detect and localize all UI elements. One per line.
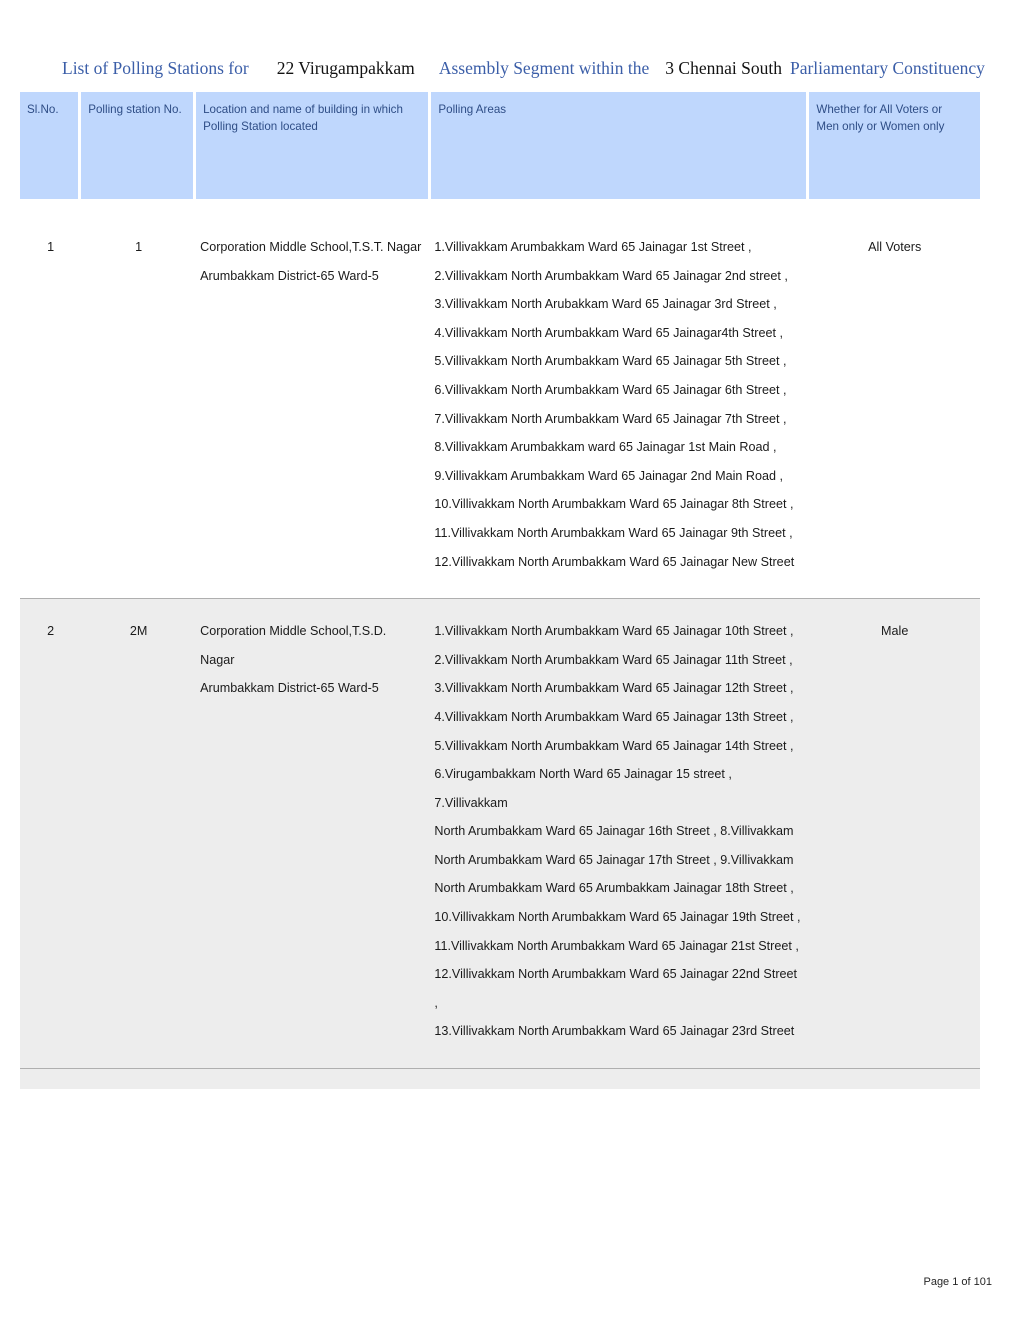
polling-area-line: 3.Villivakkam North Arumbakkam Ward 65 J… bbox=[434, 681, 794, 696]
polling-area-line: 8.Villivakkam Arumbakkam ward 65 Jainaga… bbox=[434, 440, 777, 455]
column-header-voters-line-1: Whether for All Voters or bbox=[816, 103, 943, 116]
table-row: 2 2M Corporation Middle School,T.S.D. Na… bbox=[20, 598, 980, 1069]
polling-area-line: 5.Villivakkam North Arumbakkam Ward 65 J… bbox=[434, 738, 794, 753]
cell-station-no: 2M bbox=[81, 598, 197, 1069]
polling-area-line: 4.Villivakkam North Arumbakkam Ward 65 J… bbox=[434, 709, 794, 724]
column-header-voters-line-2: Men only or Women only bbox=[816, 120, 945, 133]
title-segment-suffix: Parliamentary Constituency bbox=[789, 58, 985, 78]
spacer-cell bbox=[809, 199, 980, 215]
polling-area-line: 13.Villivakkam North Arumbakkam Ward 65 … bbox=[434, 1024, 795, 1039]
table-header-row: Sl.No. Polling station No. Location and … bbox=[20, 92, 980, 199]
column-header-location: Location and name of building in which P… bbox=[196, 92, 432, 199]
location-line: Arumbakkam District-65 Ward-5 bbox=[200, 681, 379, 696]
table-row: 1 1 Corporation Middle School,T.S.T. Nag… bbox=[20, 215, 980, 598]
spacer-cell bbox=[81, 199, 197, 215]
document-page: List of Polling Stations for 22 Virugampa… bbox=[0, 0, 1020, 1320]
polling-area-line: 7.Villivakkam North Arumbakkam Ward 65 J… bbox=[434, 411, 787, 426]
column-header-station-no-line-1: Polling station No. bbox=[88, 103, 182, 116]
cell-station-no: 1 bbox=[135, 240, 143, 254]
column-header-location-line-1: Location and name of building in which bbox=[203, 103, 403, 116]
polling-area-line: North Arumbakkam Ward 65 Jainagar 17th S… bbox=[434, 852, 794, 867]
location-line: Arumbakkam District-65 Ward-5 bbox=[200, 268, 379, 283]
page-footer: Page 1 of 101 bbox=[923, 1276, 992, 1288]
table-spacer-row bbox=[20, 199, 980, 215]
polling-area-line: 5.Villivakkam North Arumbakkam Ward 65 J… bbox=[434, 354, 787, 369]
page-title: List of Polling Stations for 22 Virugampa… bbox=[62, 57, 985, 79]
spacer-cell bbox=[196, 199, 432, 215]
table-head: Sl.No. Polling station No. Location and … bbox=[20, 92, 980, 199]
column-header-voters: Whether for All Voters or Men only or Wo… bbox=[809, 92, 980, 199]
polling-stations-table: Sl.No. Polling station No. Location and … bbox=[20, 92, 980, 1069]
title-segment-middle: Assembly Segment within the bbox=[438, 58, 650, 78]
cell-sl-no: 1 bbox=[47, 240, 55, 254]
polling-area-line: 3.Villivakkam North Arubakkam Ward 65 Ja… bbox=[434, 297, 777, 312]
column-header-sl-no-line-1: Sl.No. bbox=[27, 103, 59, 116]
polling-area-line: 6.Villivakkam North Arumbakkam Ward 65 J… bbox=[434, 382, 787, 397]
title-segment-prefix: List of Polling Stations for bbox=[62, 58, 249, 78]
table-body: 1 1 Corporation Middle School,T.S.T. Nag… bbox=[20, 199, 980, 1069]
spacer-cell bbox=[20, 199, 82, 215]
cell-voters: All Voters bbox=[868, 240, 922, 254]
cell-polling-areas: 1.Villivakkam North Arumbakkam Ward 65 J… bbox=[431, 598, 810, 1069]
title-segment-assembly-name: 22 Virugampakkam bbox=[276, 58, 415, 78]
column-header-sl-no: Sl.No. bbox=[20, 92, 82, 199]
cell-sl-no: 2 bbox=[20, 598, 82, 1069]
title-segment-constituency-name: 3 Chennai South bbox=[665, 58, 782, 78]
polling-area-line: North Arumbakkam Ward 65 Jainagar 16th S… bbox=[434, 824, 794, 839]
column-header-polling-areas: Polling Areas bbox=[431, 92, 810, 199]
cell-location: Corporation Middle School,T.S.D. Nagar A… bbox=[196, 598, 432, 1069]
polling-area-line: 1.Villivakkam Arumbakkam Ward 65 Jainaga… bbox=[434, 240, 752, 254]
column-header-location-line-2: Polling Station located bbox=[203, 120, 318, 133]
polling-area-line: 2.Villivakkam North Arumbakkam Ward 65 J… bbox=[434, 652, 793, 667]
polling-area-line: 11.Villivakkam North Arumbakkam Ward 65 … bbox=[434, 525, 793, 540]
polling-area-line: 6.Virugambakkam North Ward 65 Jainagar 1… bbox=[434, 767, 732, 810]
column-header-station-no: Polling station No. bbox=[81, 92, 197, 199]
polling-area-line: 11.Villivakkam North Arumbakkam Ward 65 … bbox=[434, 938, 799, 953]
location-line: Corporation Middle School,T.S.T. Nagar bbox=[200, 240, 422, 254]
cell-polling-areas: 1.Villivakkam Arumbakkam Ward 65 Jainaga… bbox=[431, 215, 809, 598]
polling-area-line: 1.Villivakkam North Arumbakkam Ward 65 J… bbox=[434, 624, 794, 639]
column-header-polling-areas-line-1: Polling Areas bbox=[438, 103, 507, 116]
polling-area-line: 2.Villivakkam North Arumbakkam Ward 65 J… bbox=[434, 268, 788, 283]
polling-area-line: 10.Villivakkam North Arumbakkam Ward 65 … bbox=[434, 497, 794, 512]
location-line: Corporation Middle School,T.S.D. Nagar bbox=[200, 624, 387, 667]
polling-area-line: 12.Villivakkam North Arumbakkam Ward 65 … bbox=[434, 967, 798, 1010]
polling-area-line: 12.Villivakkam North Arumbakkam Ward 65 … bbox=[434, 554, 795, 569]
polling-area-line: 10.Villivakkam North Arumbakkam Ward 65 … bbox=[434, 910, 801, 925]
polling-area-line: 9.Villivakkam Arumbakkam Ward 65 Jainaga… bbox=[434, 468, 784, 483]
polling-area-line: 4.Villivakkam North Arumbakkam Ward 65 J… bbox=[434, 325, 783, 340]
polling-area-line: North Arumbakkam Ward 65 Arumbakkam Jain… bbox=[434, 881, 794, 896]
cell-voters: Male bbox=[809, 598, 980, 1069]
spacer-cell bbox=[431, 199, 810, 215]
table-bottom-band bbox=[20, 1068, 980, 1090]
cell-location: Corporation Middle School,T.S.T. Nagar A… bbox=[196, 215, 431, 598]
